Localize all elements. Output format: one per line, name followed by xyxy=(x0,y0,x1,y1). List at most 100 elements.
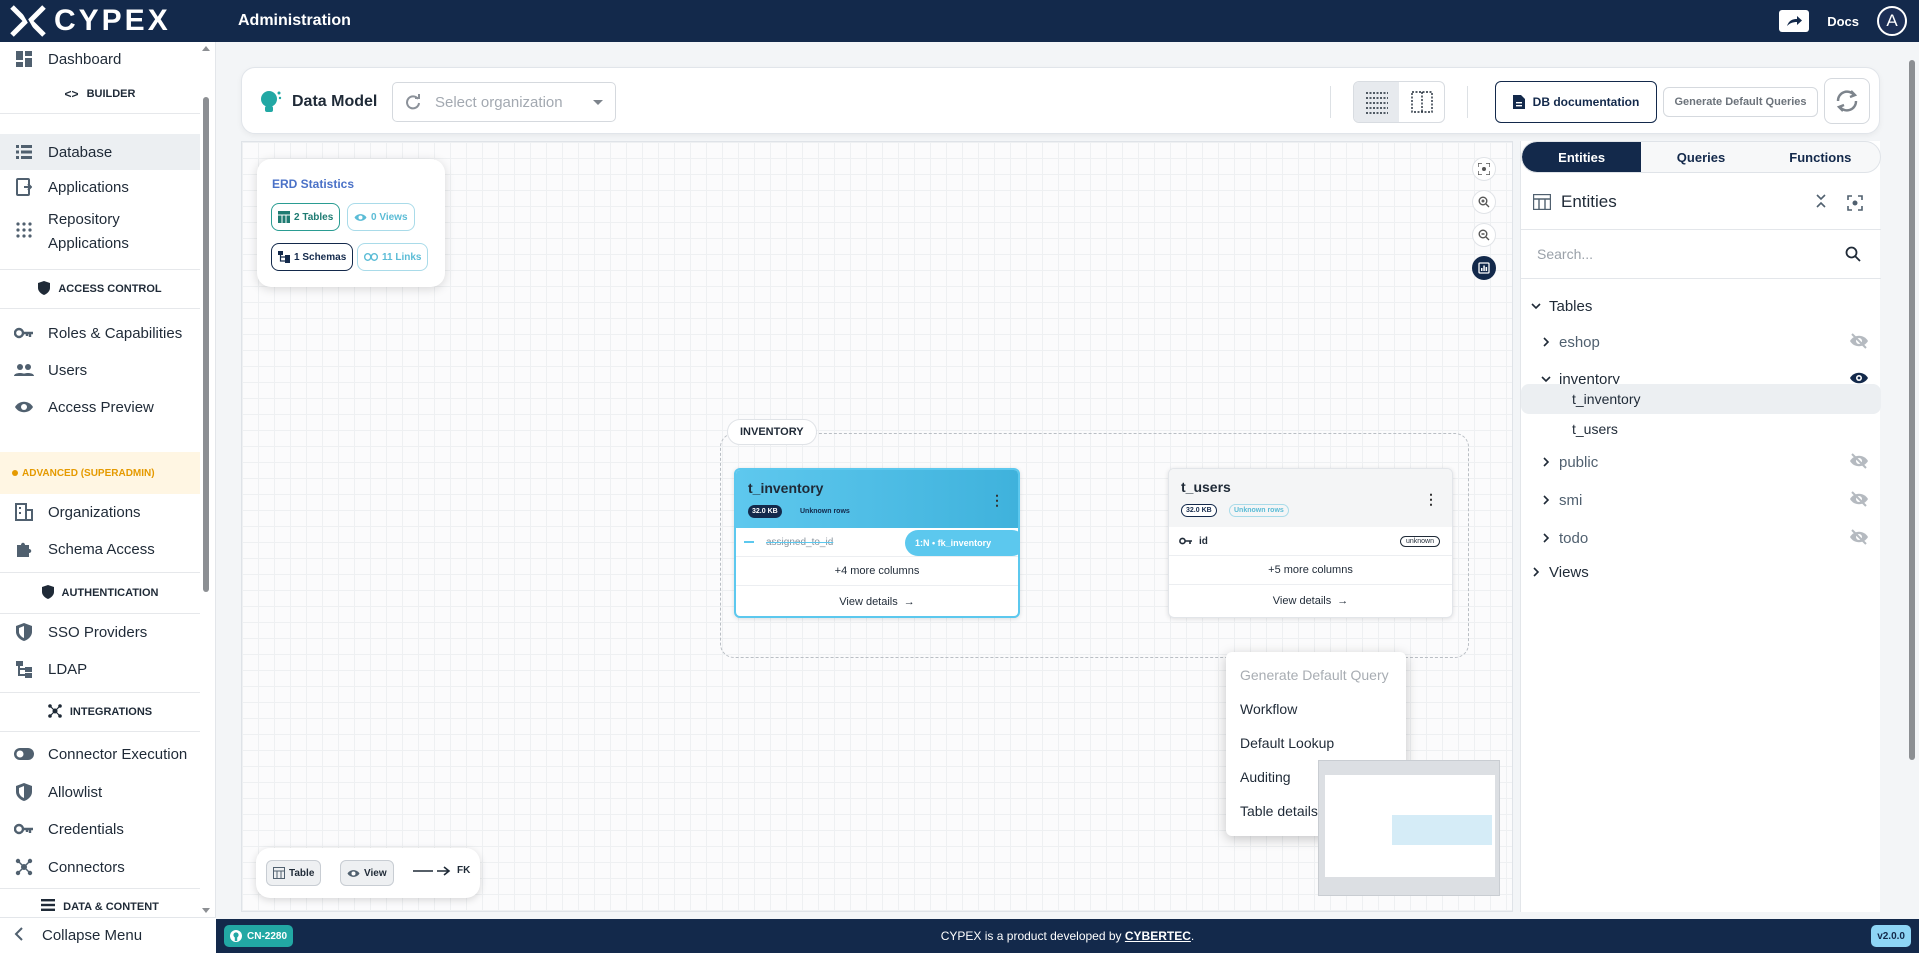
table-card-t-users[interactable]: t_users 32.0 KB Unknown rows ⋮ id unknow… xyxy=(1168,468,1453,618)
page-scrollbar[interactable] xyxy=(1908,48,1916,790)
table-card-t-inventory[interactable]: t_inventory 32.0 KB Unknown rows ⋮ assig… xyxy=(734,468,1020,618)
column-type-badge: unknown xyxy=(1399,535,1440,547)
page-title: Administration xyxy=(238,12,351,29)
view-details-button[interactable]: View details → xyxy=(1169,585,1452,617)
more-vert-icon[interactable]: ⋮ xyxy=(990,492,1004,509)
view-details-label: View details xyxy=(839,596,898,608)
tree-tables-node[interactable]: Tables xyxy=(1521,291,1881,321)
sidebar-item-label: Dashboard xyxy=(48,50,122,68)
zoom-controls xyxy=(1472,157,1496,280)
column-row[interactable]: id unknown xyxy=(1169,527,1452,556)
database-icon xyxy=(14,142,34,162)
table-rows-badge: Unknown rows xyxy=(1229,504,1289,517)
collapse-menu-button[interactable]: Collapse Menu xyxy=(0,917,216,953)
scroll-down-arrow-icon[interactable] xyxy=(202,908,210,913)
layout-vertical-icon xyxy=(1410,91,1433,113)
search-icon[interactable] xyxy=(1845,246,1861,262)
tab-entities[interactable]: Entities xyxy=(1522,142,1642,172)
sidebar-item-label: Users xyxy=(48,361,88,379)
schemas-count-chip[interactable]: 1 Schemas xyxy=(271,243,354,271)
sync-button[interactable] xyxy=(1824,78,1870,124)
tab-functions[interactable]: Functions xyxy=(1761,142,1880,172)
visibility-off-icon[interactable] xyxy=(1849,490,1869,508)
sidebar-item-repository-applications[interactable]: Repository Applications xyxy=(0,208,200,256)
sidebar-item-roles[interactable]: Roles & Capabilities xyxy=(0,318,200,348)
zoom-in-button[interactable] xyxy=(1472,190,1496,214)
footer-text-suffix: . xyxy=(1190,929,1195,943)
statistics-toggle-button[interactable] xyxy=(1472,256,1496,280)
views-count-chip[interactable]: 0 Views xyxy=(347,203,415,231)
shield-check-icon xyxy=(14,782,34,802)
sidebar-item-schema-access[interactable]: Schema Access xyxy=(0,534,200,564)
tree-schema-eshop[interactable]: eshop xyxy=(1521,327,1881,357)
sidebar-item-connectors[interactable]: Connectors xyxy=(0,852,200,882)
sidebar-item-ldap[interactable]: LDAP xyxy=(0,654,200,684)
zoom-out-button[interactable] xyxy=(1472,223,1496,247)
menu-item-default-lookup[interactable]: Default Lookup xyxy=(1226,726,1406,760)
legend-fk-label: FK xyxy=(457,865,471,876)
cypex-logo-mark-icon xyxy=(10,5,46,37)
table-icon xyxy=(1533,194,1551,210)
docs-link[interactable]: Docs xyxy=(1827,14,1859,29)
share-icon[interactable] xyxy=(1779,10,1810,32)
generate-default-queries-button[interactable]: Generate Default Queries xyxy=(1663,87,1818,117)
sidebar-item-sso-providers[interactable]: SSO Providers xyxy=(0,617,200,647)
cybertec-link[interactable]: CYBERTEC xyxy=(1125,929,1191,943)
foreign-key-badge[interactable]: 1:N • fk_inventory xyxy=(905,530,1018,556)
db-documentation-button[interactable]: DB documentation xyxy=(1495,81,1657,123)
view-details-button[interactable]: View details → xyxy=(736,586,1018,616)
view-details-label: View details xyxy=(1272,595,1332,607)
legend-view-label: View xyxy=(364,867,387,879)
organization-select[interactable]: Select organization xyxy=(392,82,616,122)
more-columns-label[interactable]: +4 more columns xyxy=(736,557,1018,586)
tables-count-chip[interactable]: 2 Tables xyxy=(271,203,341,231)
menu-item-workflow[interactable]: Workflow xyxy=(1226,692,1406,726)
entities-heading: Entities xyxy=(1533,192,1617,212)
layout-horizontal-button[interactable] xyxy=(1354,82,1399,122)
user-avatar[interactable]: A xyxy=(1877,6,1907,36)
links-count-chip[interactable]: 11 Links xyxy=(357,243,429,271)
sidebar-item-connector-execution[interactable]: Connector Execution xyxy=(0,739,200,769)
cypex-logo[interactable]: CYPEX xyxy=(0,0,216,42)
collapse-all-icon[interactable] xyxy=(1815,193,1827,214)
more-vert-icon[interactable]: ⋮ xyxy=(1424,491,1438,508)
tree-schema-public[interactable]: public xyxy=(1521,447,1881,477)
eye-icon xyxy=(347,869,360,877)
minimap-viewport[interactable] xyxy=(1392,815,1492,845)
visibility-off-icon[interactable] xyxy=(1849,452,1869,470)
build-badge[interactable]: CN-2280 xyxy=(224,925,294,947)
sidebar-item-dashboard[interactable]: Dashboard xyxy=(0,44,200,74)
tree-table-t-inventory[interactable]: t_inventory xyxy=(1521,384,1881,414)
tree-schema-smi[interactable]: smi xyxy=(1521,485,1881,515)
sidebar-item-label: Database xyxy=(48,143,113,161)
visibility-off-icon[interactable] xyxy=(1849,332,1869,350)
page-scrollbar-thumb[interactable] xyxy=(1909,60,1915,760)
table-size-badge: 32.0 KB xyxy=(1181,504,1217,517)
chevron-right-icon xyxy=(1533,567,1540,577)
sidebar-item-users[interactable]: Users xyxy=(0,355,200,385)
more-columns-label[interactable]: +5 more columns xyxy=(1169,556,1452,585)
fit-view-button[interactable] xyxy=(1472,157,1496,181)
sidebar-item-applications[interactable]: Applications xyxy=(0,172,200,202)
tree-schema-todo[interactable]: todo xyxy=(1521,523,1881,553)
entity-search-input[interactable]: Search... xyxy=(1521,229,1881,279)
sidebar-item-database[interactable]: Database xyxy=(0,134,200,170)
erd-minimap[interactable] xyxy=(1318,760,1500,896)
sidebar-item-credentials[interactable]: Credentials xyxy=(0,814,200,844)
sidebar-scrollbar[interactable] xyxy=(203,97,209,592)
dashboard-icon xyxy=(14,49,34,69)
lightbulb-icon xyxy=(261,91,282,112)
layout-vertical-button[interactable] xyxy=(1399,82,1444,122)
tree-table-t-users[interactable]: t_users xyxy=(1521,414,1881,444)
sidebar-item-organizations[interactable]: Organizations xyxy=(0,497,200,527)
sidebar-item-allowlist[interactable]: Allowlist xyxy=(0,777,200,807)
scroll-up-arrow-icon[interactable] xyxy=(202,46,210,51)
chevron-left-icon xyxy=(14,926,24,945)
erd-canvas[interactable]: ERD Statistics 2 Tables 0 Views 1 Schema… xyxy=(241,141,1513,912)
table-icon xyxy=(273,867,285,879)
tab-queries[interactable]: Queries xyxy=(1641,142,1760,172)
tree-views-node[interactable]: Views xyxy=(1521,557,1881,587)
visibility-off-icon[interactable] xyxy=(1849,528,1869,546)
focus-icon[interactable] xyxy=(1847,195,1863,216)
sidebar-item-access-preview[interactable]: Access Preview xyxy=(0,392,200,422)
